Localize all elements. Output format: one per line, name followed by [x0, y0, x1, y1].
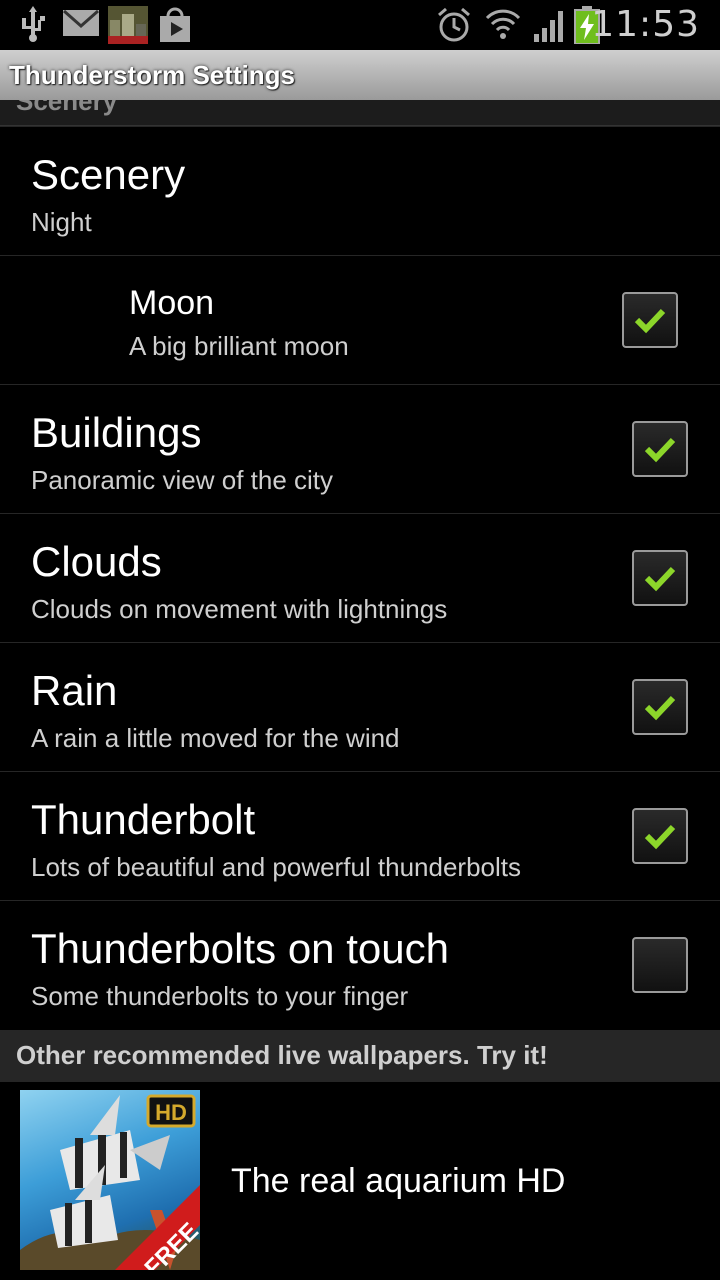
title-bar: Thunderstorm Settings — [0, 50, 720, 101]
buildings-checkbox[interactable] — [632, 421, 688, 477]
rain-checkbox[interactable] — [632, 679, 688, 735]
pref-title: Thunderbolts on touch — [31, 925, 449, 972]
clouds-checkbox[interactable] — [632, 550, 688, 606]
gmail-icon — [62, 6, 100, 43]
fish-icon: HD FREE — [20, 1094, 200, 1270]
pref-summary: Lots of beautiful and powerful thunderbo… — [31, 852, 522, 882]
pref-summary: Some thunderbolts to your finger — [31, 981, 409, 1011]
pref-rain[interactable]: Rain A rain a little moved for the wind — [0, 642, 720, 772]
signal-icon — [532, 6, 568, 49]
recommended-header-label: Other recommended live wallpapers. Try i… — [16, 1040, 548, 1070]
aquarium-thumbnail: HD FREE — [20, 1090, 200, 1270]
pref-moon[interactable]: Moon A big brilliant moon — [0, 255, 720, 385]
category-header-scenery: Scenery — [0, 100, 720, 126]
pref-buildings[interactable]: Buildings Panoramic view of the city — [0, 384, 720, 514]
pref-clouds[interactable]: Clouds Clouds on movement with lightning… — [0, 513, 720, 643]
usb-icon — [18, 6, 48, 49]
pref-title: Thunderbolt — [31, 796, 256, 843]
pref-scenery[interactable]: Scenery Night — [0, 126, 720, 256]
pref-summary: Panoramic view of the city — [31, 465, 334, 495]
pref-thunderbolt[interactable]: Thunderbolt Lots of beautiful and powerf… — [0, 771, 720, 901]
thunderbolts-on-touch-checkbox[interactable] — [632, 937, 688, 993]
checkmark-icon — [634, 308, 666, 334]
pref-summary: Night — [31, 207, 92, 237]
page-title: Thunderstorm Settings — [9, 60, 296, 90]
status-bar: 11:53 — [0, 0, 720, 50]
checkmark-icon — [644, 437, 676, 463]
alarm-icon — [436, 6, 472, 49]
pref-title: Rain — [31, 667, 118, 714]
pref-summary: A rain a little moved for the wind — [31, 723, 400, 753]
checkmark-icon — [644, 566, 676, 592]
checkmark-icon — [644, 824, 676, 850]
pref-summary: Clouds on movement with lightnings — [31, 594, 448, 624]
app-thumbnail-icon — [108, 6, 148, 49]
checkmark-icon — [644, 695, 676, 721]
recommended-item-aquarium[interactable]: HD FREE The real aquarium HD — [0, 1082, 720, 1280]
play-store-icon — [156, 6, 194, 49]
pref-title: Clouds — [31, 538, 162, 585]
hd-badge: HD — [155, 1100, 187, 1125]
thunderbolt-checkbox[interactable] — [632, 808, 688, 864]
recommended-header: Other recommended live wallpapers. Try i… — [0, 1030, 720, 1082]
pref-title: Buildings — [31, 409, 202, 456]
pref-thunderbolts-on-touch[interactable]: Thunderbolts on touch Some thunderbolts … — [0, 900, 720, 1031]
clock-time: 11:53 — [591, 4, 700, 45]
pref-title: Scenery — [31, 151, 186, 198]
pref-summary: A big brilliant moon — [129, 331, 349, 361]
recommended-item-title: The real aquarium HD — [231, 1162, 566, 1200]
moon-checkbox[interactable] — [622, 292, 678, 348]
wifi-icon — [484, 6, 522, 47]
category-header-label: Scenery — [16, 100, 118, 116]
pref-title: Moon — [129, 284, 215, 322]
